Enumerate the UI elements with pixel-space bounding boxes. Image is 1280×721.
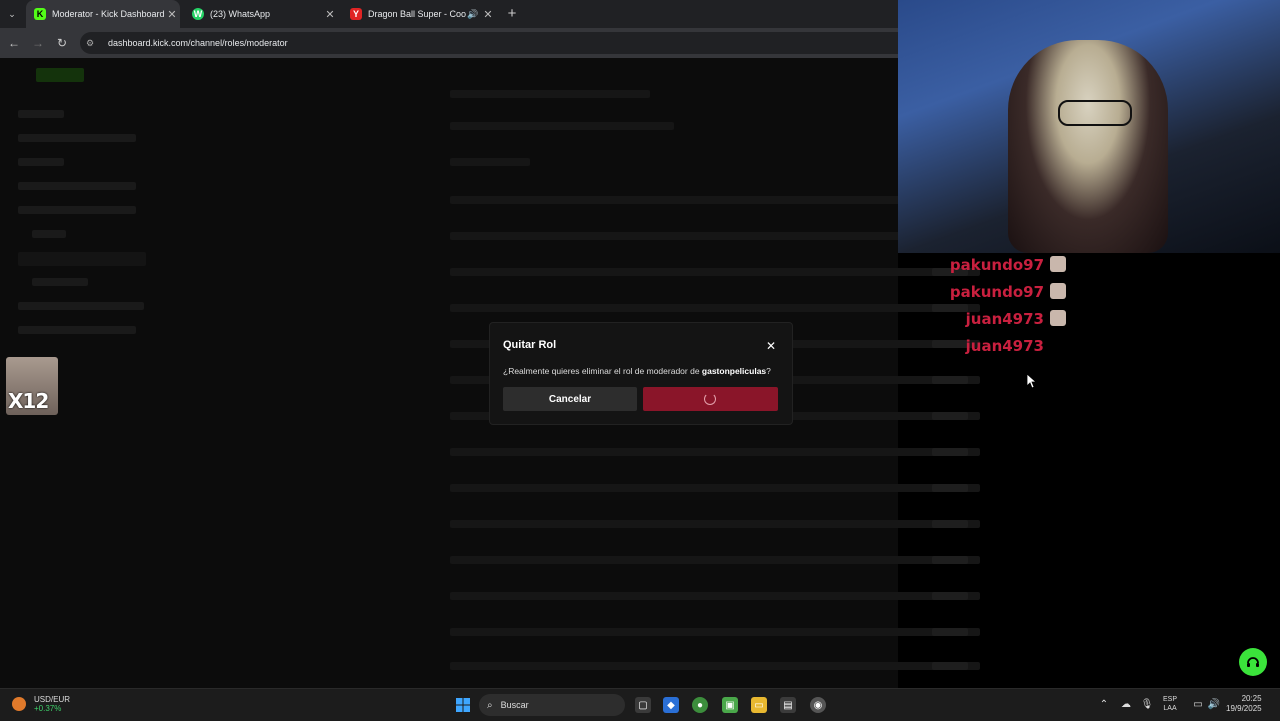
microphone-icon[interactable]: 🎙 <box>1140 698 1154 712</box>
system-clock[interactable]: 20:25 19/9/2025 <box>1226 694 1262 714</box>
url-field[interactable]: ⚙ dashboard.kick.com/channel/roles/moder… <box>80 32 898 54</box>
obs-icon[interactable]: ◉ <box>810 697 826 713</box>
back-arrow-icon[interactable]: ← <box>6 35 22 51</box>
table-row <box>450 268 980 276</box>
close-tab-icon[interactable]: ✕ <box>322 8 338 21</box>
tray-overflow-icon[interactable]: ⌃ <box>1097 698 1111 712</box>
volume-icon[interactable]: 🔊 <box>1207 698 1221 712</box>
table-row <box>450 448 980 456</box>
chat-badge-icon <box>1050 256 1066 272</box>
table-row <box>450 628 980 636</box>
chat-badge-icon <box>1050 310 1066 326</box>
sidebar-item <box>18 302 144 310</box>
tab-whatsapp[interactable]: W (23) WhatsApp ✕ <box>184 0 338 28</box>
reload-icon[interactable]: ↻ <box>54 35 70 51</box>
chat-username: juan4973 <box>965 310 1044 328</box>
browser-tab-bar: ⌄ K Moderator - Kick Dashboard ✕ W (23) … <box>0 0 898 28</box>
chat-username: juan4973 <box>965 337 1044 355</box>
language-indicator[interactable]: ESP LAA <box>1163 695 1177 713</box>
speaker-icon[interactable]: 🔊 <box>466 9 480 20</box>
confirm-remove-button[interactable] <box>643 387 778 411</box>
tab-label: Moderator - Kick Dashboard <box>52 9 164 19</box>
windows-start-icon[interactable] <box>455 697 471 713</box>
ticker-change: +0.37% <box>34 704 62 713</box>
new-tab-button[interactable]: + <box>503 5 521 23</box>
chat-username: pakundo97 <box>949 283 1044 301</box>
network-icon[interactable]: ▭ <box>1191 698 1205 712</box>
remove-role-dialog: Quitar Rol ✕ ¿Realmente quieres eliminar… <box>489 322 793 425</box>
layout-code: LAA <box>1163 705 1177 712</box>
chat-username: pakundo97 <box>949 256 1044 274</box>
streamer-silhouette <box>1008 40 1168 253</box>
dialog-title: Quitar Rol <box>503 339 557 351</box>
mouse-cursor-icon <box>1027 374 1037 388</box>
table-row <box>450 520 980 528</box>
support-chat-button[interactable] <box>1239 648 1267 676</box>
windows-taskbar: USD/EUR +0.37% ⌕ Buscar ▢ ◆ ● ▣ ▭ ▤ ◉ ⌃ … <box>0 688 1280 721</box>
whatsapp-favicon-icon: W <box>192 8 204 20</box>
table-row <box>450 556 980 564</box>
lang-code: ESP <box>1163 696 1178 703</box>
clock-date: 19/9/2025 <box>1226 704 1262 713</box>
tab-search-icon[interactable]: ⌄ <box>4 6 20 22</box>
kick-logo <box>36 68 84 82</box>
tab-label: Dragon Ball Super - Coordi <box>368 9 466 19</box>
sidebar-item <box>32 278 88 286</box>
tab-dragon-ball[interactable]: Y Dragon Ball Super - Coordi 🔊 ✕ <box>342 0 496 28</box>
overlay-label: X12 <box>8 389 49 413</box>
weather-ticker-widget[interactable]: USD/EUR +0.37% <box>12 695 71 713</box>
close-tab-icon[interactable]: ✕ <box>164 8 180 21</box>
cancel-button[interactable]: Cancelar <box>503 387 637 411</box>
youtube-favicon-icon: Y <box>350 8 362 20</box>
tab-kick-dashboard[interactable]: K Moderator - Kick Dashboard ✕ <box>26 0 180 28</box>
address-bar-row: ← → ↻ ⚙ dashboard.kick.com/channel/roles… <box>0 28 898 58</box>
page-heading <box>450 90 650 98</box>
sidebar-item <box>18 326 136 334</box>
close-icon[interactable]: ✕ <box>764 339 778 353</box>
headset-icon <box>1247 657 1259 667</box>
store-icon[interactable]: ▤ <box>780 697 796 713</box>
site-info-icon[interactable]: ⚙ <box>86 38 100 49</box>
clock-time: 20:25 <box>1241 694 1262 703</box>
copilot-icon[interactable]: ◆ <box>663 697 679 713</box>
sidebar-item <box>18 110 64 118</box>
sidebar-item <box>18 206 136 214</box>
webcam-overlay <box>898 0 1280 253</box>
forward-arrow-icon[interactable]: → <box>30 35 46 51</box>
chrome-icon[interactable]: ● <box>692 697 708 713</box>
currency-icon <box>12 697 26 711</box>
kick-favicon-icon: K <box>34 8 46 20</box>
onedrive-icon[interactable]: ☁ <box>1119 698 1133 712</box>
glasses-shape <box>1058 100 1132 126</box>
target-username: gastonpeliculas <box>701 366 767 376</box>
minecraft-icon[interactable]: ▣ <box>722 697 738 713</box>
sidebar-item <box>18 134 136 142</box>
sidebar-item <box>18 182 136 190</box>
page-description <box>450 122 674 130</box>
loading-spinner-icon <box>704 393 716 405</box>
sidebar-item <box>18 158 64 166</box>
chat-badge-icon <box>1050 283 1066 299</box>
tab-label: (23) WhatsApp <box>210 9 271 19</box>
list-header <box>450 158 530 166</box>
sidebar-item <box>32 230 66 238</box>
message-suffix: ? <box>766 366 771 376</box>
ticker-symbol: USD/EUR <box>34 695 71 704</box>
message-prefix: ¿Realmente quieres eliminar el rol de mo… <box>503 366 702 376</box>
table-row <box>450 484 980 492</box>
table-row <box>450 304 980 312</box>
search-label: Buscar <box>500 700 529 710</box>
taskbar-search-box[interactable]: ⌕ Buscar <box>479 694 625 716</box>
table-row <box>450 592 980 600</box>
close-tab-icon[interactable]: ✕ <box>480 8 496 21</box>
url-text: dashboard.kick.com/channel/roles/moderat… <box>108 38 288 48</box>
file-explorer-icon[interactable]: ▭ <box>751 697 767 713</box>
sidebar-item-active <box>18 252 146 266</box>
search-icon: ⌕ <box>487 699 493 711</box>
hamster-overlay-image: X12 <box>6 357 58 415</box>
table-row <box>450 662 980 670</box>
task-view-icon[interactable]: ▢ <box>635 697 651 713</box>
dialog-message: ¿Realmente quieres eliminar el rol de mo… <box>503 366 771 376</box>
